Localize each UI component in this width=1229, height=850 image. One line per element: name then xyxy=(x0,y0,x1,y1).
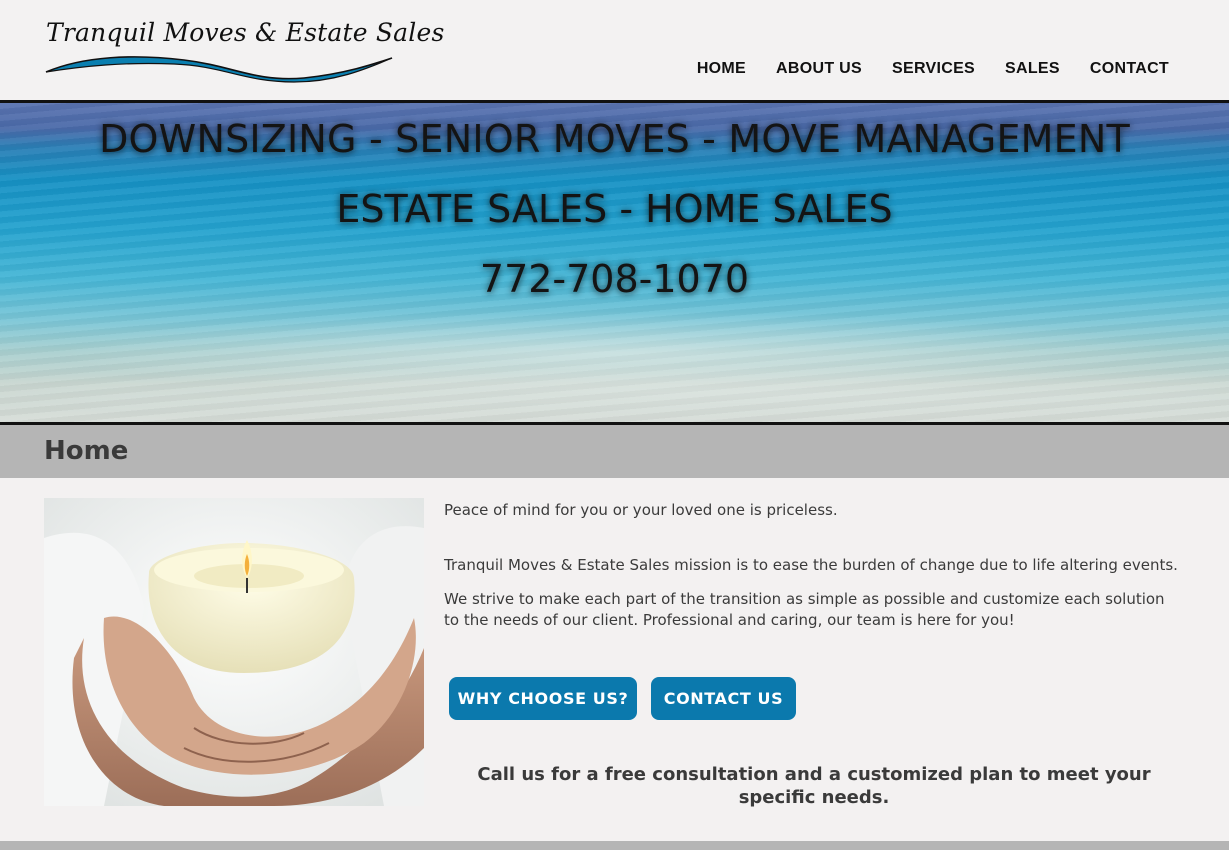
nav-services[interactable]: SERVICES xyxy=(892,60,975,78)
hero-services-line: DOWNSIZING - SENIOR MOVES - MOVE MANAGEM… xyxy=(99,117,1130,161)
nav-about-us[interactable]: ABOUT US xyxy=(776,60,862,78)
description-text: We strive to make each part of the trans… xyxy=(444,590,1165,629)
logo-text: Tranquil Moves & Estate Sales xyxy=(46,18,445,47)
hero-phone: 772-708-1070 xyxy=(479,257,750,301)
candle-in-hands-icon xyxy=(44,498,424,806)
consultation-cta: Call us for a free consultation and a cu… xyxy=(477,764,1151,808)
candle-hands-image xyxy=(44,498,424,806)
intro-text: Peace of mind for you or your loved one … xyxy=(444,501,838,519)
hero-banner: DOWNSIZING - SENIOR MOVES - MOVE MANAGEM… xyxy=(0,100,1229,425)
footer-band xyxy=(0,841,1229,850)
page-title-band: Home xyxy=(0,425,1229,478)
why-choose-us-button[interactable]: WHY CHOOSE US? xyxy=(449,677,637,720)
contact-us-button[interactable]: CONTACT US xyxy=(651,677,796,720)
nav-sales[interactable]: SALES xyxy=(1005,60,1060,78)
hero-sales-line: ESTATE SALES - HOME SALES xyxy=(336,187,893,231)
page-title: Home xyxy=(44,436,129,466)
logo-wave-icon xyxy=(45,56,393,83)
nav-home[interactable]: HOME xyxy=(697,60,746,78)
mission-text: Tranquil Moves & Estate Sales mission is… xyxy=(444,556,1178,574)
nav-contact[interactable]: CONTACT xyxy=(1090,60,1169,78)
site-header: Tranquil Moves & Estate Sales HOME ABOUT… xyxy=(0,0,1229,100)
main-nav: HOME ABOUT US SERVICES SALES CONTACT xyxy=(697,60,1169,78)
site-logo[interactable]: Tranquil Moves & Estate Sales xyxy=(44,16,444,88)
